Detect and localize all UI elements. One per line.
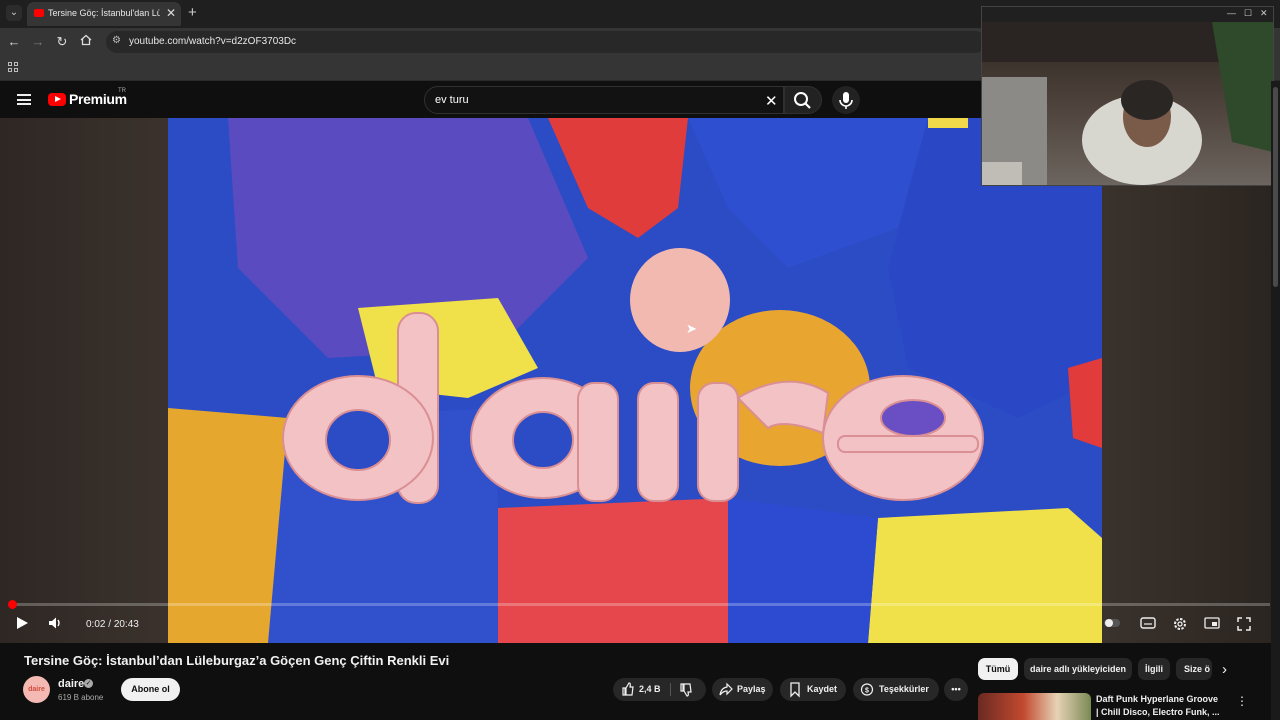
forward-icon[interactable]: → (30, 34, 46, 49)
like-divider (670, 683, 671, 696)
youtube-favicon-icon (34, 9, 44, 17)
dislike-button[interactable] (679, 678, 693, 709)
apps-grid-icon[interactable] (8, 62, 18, 72)
bookmark-icon (789, 678, 801, 709)
time-separator: / (108, 619, 112, 630)
subscriber-count: 619 B abone (58, 693, 104, 702)
channel-avatar-text: daire (28, 686, 45, 693)
miniplayer-button[interactable] (1203, 616, 1221, 633)
save-label: Kaydet (807, 684, 838, 694)
gear-icon (1174, 618, 1186, 630)
thanks-label: Teşekkürler (879, 684, 929, 694)
microphone-icon (839, 92, 853, 109)
volume-icon (49, 617, 60, 629)
voice-search-button[interactable] (832, 86, 860, 114)
autoplay-toggle[interactable] (1103, 616, 1121, 633)
video-player[interactable]: ➤ 0:02 / 20:43 (0, 118, 1280, 643)
thumbs-down-icon (680, 683, 692, 697)
recommendation-thumbnail[interactable] (978, 693, 1091, 720)
player-ambient-left (0, 118, 168, 643)
thanks-button[interactable]: $ Teşekkürler (853, 678, 939, 701)
video-title: Tersine Göç: İstanbul’dan Lüleburgaz’a G… (24, 653, 450, 668)
super-thanks-icon: $ (860, 678, 874, 709)
share-label: Paylaş (737, 684, 766, 694)
chip-from-uploader[interactable]: daire adlı yükleyiciden (1024, 658, 1132, 680)
miniplayer-icon (1204, 617, 1220, 629)
webcam-image (982, 22, 1273, 185)
recommendation-title-line2[interactable]: | Chill Disco, Electro Funk, ... (1096, 707, 1230, 717)
site-settings-icon[interactable]: ⚙ (112, 35, 121, 46)
like-dislike-group: 2,4 B (613, 678, 706, 701)
channel-name[interactable]: daire (58, 678, 84, 690)
recommendation-menu-icon[interactable]: ⋮ (1236, 694, 1248, 708)
back-icon[interactable]: ← (6, 34, 22, 49)
autoplay-icon (1104, 619, 1120, 627)
chip-for-you[interactable]: Size ö (1176, 658, 1212, 680)
fullscreen-icon (1237, 617, 1251, 631)
new-tab-icon[interactable]: + (188, 4, 197, 21)
clear-search-icon[interactable]: ✕ (765, 92, 778, 110)
fullscreen-button[interactable] (1235, 616, 1253, 635)
progress-bar[interactable] (8, 600, 1270, 609)
menu-icon[interactable] (17, 94, 31, 105)
address-bar[interactable]: ⚙ youtube.com/watch?v=d2zOF3703Dc (106, 31, 986, 53)
progress-scrubber[interactable] (8, 600, 17, 609)
search-box[interactable]: ev turu ✕ (424, 86, 784, 114)
tab-close-icon[interactable]: ✕ (166, 6, 176, 20)
time-display: 0:02 / 20:43 (86, 619, 139, 630)
save-button[interactable]: Kaydet (780, 678, 846, 701)
reload-icon[interactable]: ↻ (54, 34, 70, 50)
youtube-play-logo-icon (48, 93, 66, 106)
mouse-cursor-icon: ➤ (686, 321, 697, 336)
channel-avatar[interactable]: daire (23, 676, 50, 703)
chips-next-chevron-icon[interactable]: › (1222, 661, 1227, 678)
country-code: TR (118, 88, 126, 94)
minimize-icon[interactable]: — (1227, 8, 1236, 18)
chip-all[interactable]: Tümü (978, 658, 1018, 680)
chip-related[interactable]: İlgili (1138, 658, 1170, 680)
volume-button[interactable] (48, 616, 62, 633)
webcam-overlay-window[interactable]: — ☐ ✕ (981, 6, 1274, 186)
more-horizontal-icon: ••• (951, 684, 961, 694)
more-actions-button[interactable]: ••• (944, 678, 968, 701)
search-icon (794, 92, 811, 109)
like-button[interactable] (621, 678, 635, 709)
subtitles-icon (1140, 617, 1156, 629)
verified-badge-icon: ✓ (84, 679, 93, 688)
home-icon[interactable] (78, 34, 94, 49)
scrollbar-thumb[interactable] (1273, 87, 1278, 287)
webcam-feed (982, 22, 1273, 185)
share-icon (719, 678, 733, 709)
recommendation-title[interactable]: Daft Punk Hyperlane Groove (1096, 694, 1230, 704)
share-button[interactable]: Paylaş (712, 678, 773, 701)
url-text: youtube.com/watch?v=d2zOF3703Dc (129, 36, 297, 47)
subtitles-button[interactable] (1139, 616, 1157, 633)
tab-title: Tersine Göç: İstanbul'dan Lüleburgaz'a (48, 8, 160, 18)
like-count: 2,4 B (639, 684, 661, 694)
svg-text:$: $ (865, 688, 869, 695)
settings-button[interactable] (1171, 616, 1189, 635)
player-ambient-right (1102, 118, 1280, 643)
tab-search-dropdown[interactable]: ⌄ (6, 5, 22, 21)
time-current: 0:02 (86, 619, 106, 630)
video-info-section: Tersine Göç: İstanbul’dan Lüleburgaz’a G… (0, 643, 1280, 720)
webcam-window-titlebar: — ☐ ✕ (982, 7, 1273, 22)
time-total: 20:43 (113, 619, 139, 630)
browser-tab[interactable]: Tersine Göç: İstanbul'dan Lüleburgaz'a ✕ (27, 2, 181, 26)
play-button[interactable] (15, 616, 29, 633)
maximize-icon[interactable]: ☐ (1244, 8, 1252, 19)
subscribe-button[interactable]: Abone ol (121, 678, 180, 701)
page-scrollbar[interactable] (1271, 81, 1280, 720)
thumbs-up-icon (622, 682, 634, 696)
video-frame[interactable]: ➤ (168, 118, 1102, 643)
search-input[interactable]: ev turu (435, 94, 469, 106)
video-frame-image: ➤ (168, 118, 1102, 643)
play-icon (17, 617, 28, 629)
search-button[interactable] (784, 86, 822, 114)
close-icon[interactable]: ✕ (1260, 8, 1268, 19)
